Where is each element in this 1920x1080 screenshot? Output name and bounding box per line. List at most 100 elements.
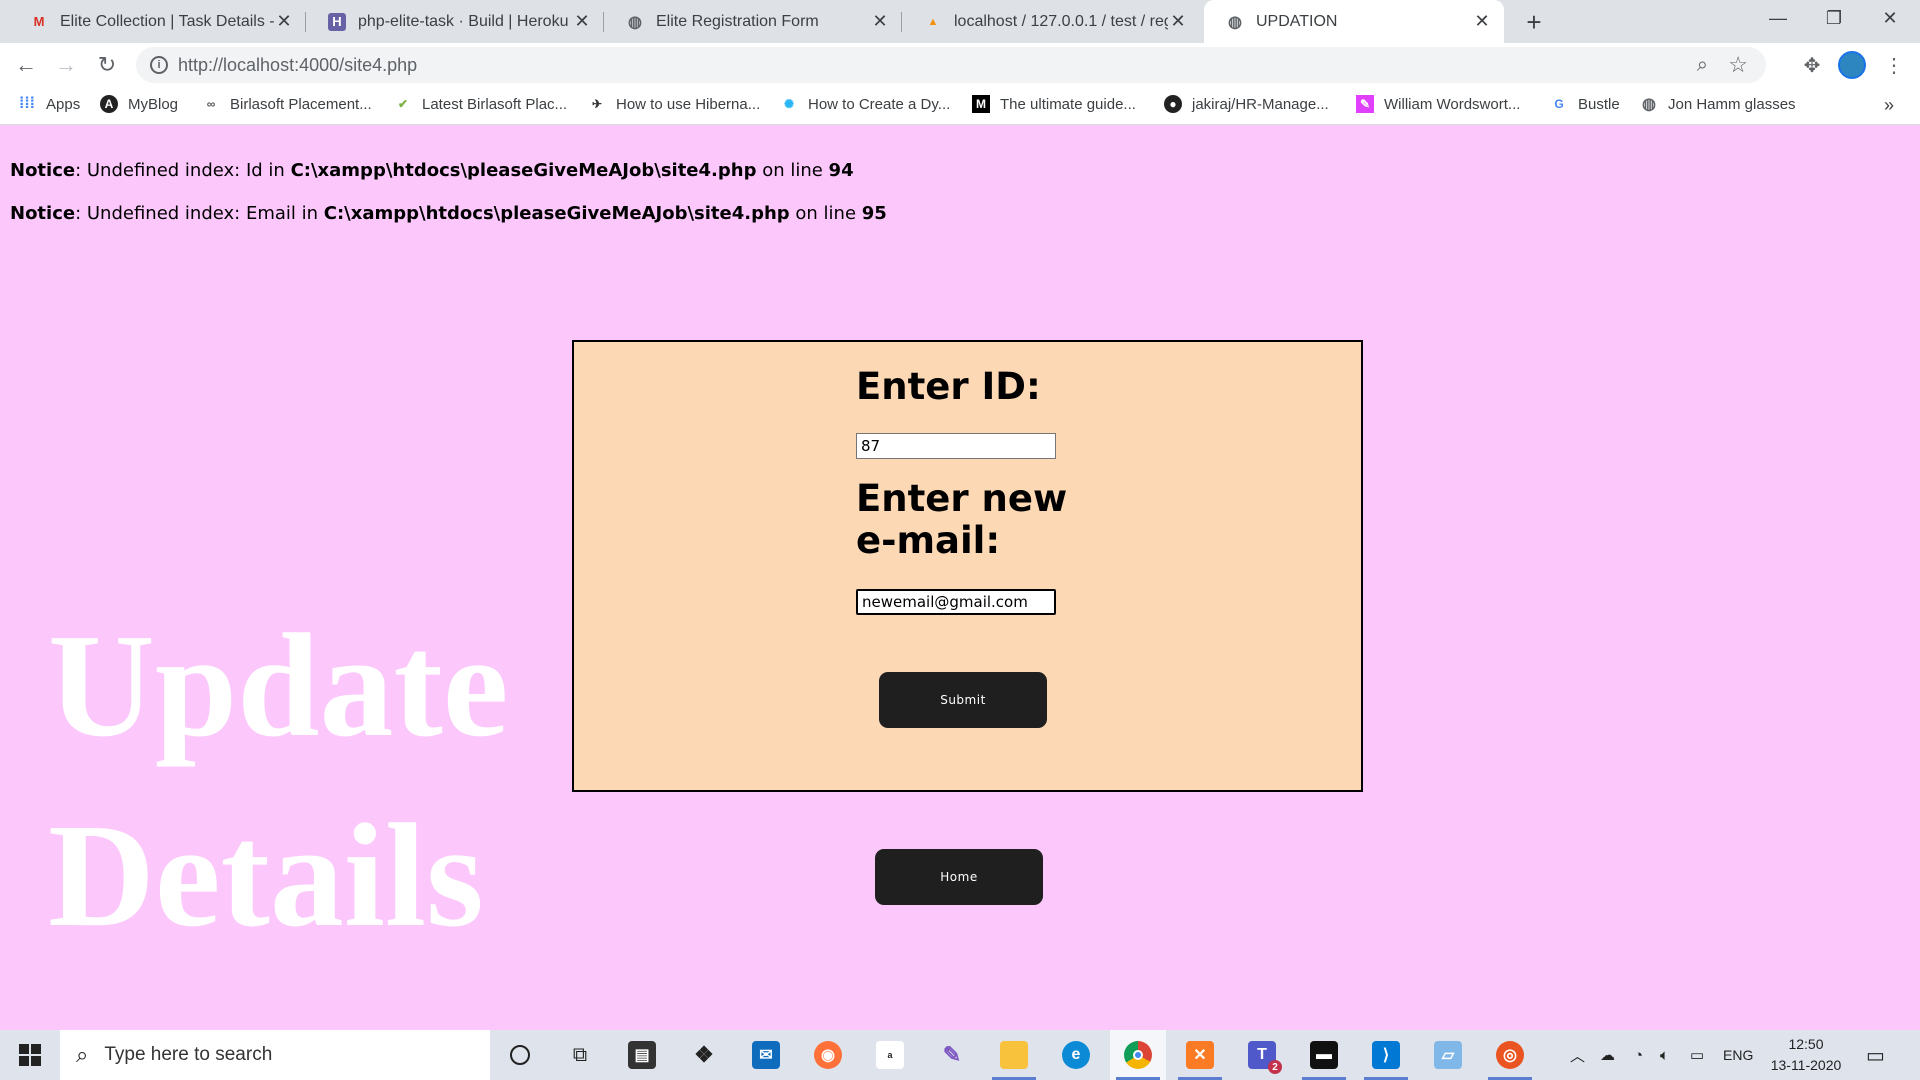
bookmark-bustle[interactable]: G Bustle <box>1550 95 1619 113</box>
new-tab-button[interactable]: + <box>1518 6 1550 38</box>
taskbar-notepad[interactable]: ▱ <box>1420 1030 1476 1080</box>
info-icon[interactable]: i <box>150 56 168 74</box>
id-label: Enter ID: <box>856 365 1041 408</box>
bookmark-label: jakiraj/HR-Manage... <box>1192 95 1329 113</box>
bookmark-label: How to use Hiberna... <box>616 95 761 113</box>
bookmark-jon-hamm[interactable]: ◍ Jon Hamm glasses <box>1640 95 1796 114</box>
angular-icon: A <box>100 95 118 113</box>
bookmark-wordsworth[interactable]: ✎ William Wordswort... <box>1356 95 1520 113</box>
notification-icon: ▭ <box>1866 1044 1885 1067</box>
start-button[interactable] <box>0 1030 60 1080</box>
task-view-button[interactable]: ⧉ <box>552 1030 608 1080</box>
bookmark-myblog[interactable]: A MyBlog <box>100 95 178 113</box>
address-bar[interactable]: i http://localhost:4000/site4.php ⌕ ☆ <box>136 47 1766 83</box>
volume-tray[interactable]: 🔈︎ <box>1660 1030 1669 1080</box>
zoom-icon[interactable]: ⌕ <box>1697 54 1708 77</box>
url-text[interactable]: http://localhost:4000/site4.php <box>178 55 417 76</box>
submit-button[interactable]: Submit <box>879 672 1047 728</box>
battery-tray[interactable]: ▭ <box>1690 1030 1704 1080</box>
vscode-icon: ⟩ <box>1372 1041 1400 1069</box>
heroku-icon: H <box>328 12 346 31</box>
bookmark-create-dy[interactable]: ✺ How to Create a Dy... <box>780 95 950 113</box>
search-icon: ⌕ <box>76 1042 89 1067</box>
taskbar-edge[interactable]: e <box>1048 1030 1104 1080</box>
extensions-icon[interactable]: ✥ <box>1796 49 1828 81</box>
tab-heroku[interactable]: H php-elite-task · Build | Heroku ✕ <box>306 0 604 43</box>
globe-icon: ◍ <box>628 13 642 31</box>
firefox-icon: ◉ <box>814 1041 842 1069</box>
php-notice: Notice: Undefined index: Email in C:\xam… <box>10 203 887 224</box>
bookmark-hibernate[interactable]: ✈ How to use Hiberna... <box>588 95 760 113</box>
cortana-button[interactable] <box>492 1030 548 1080</box>
clock[interactable]: 12:50 13-11-2020 <box>1764 1034 1848 1076</box>
notification-badge: 2 <box>1268 1060 1282 1074</box>
menu-icon[interactable]: ⋮ <box>1878 49 1910 81</box>
apps-grid-icon: ⁞⁞⁞ <box>19 95 35 112</box>
bookmark-label: The ultimate guide... <box>1000 95 1136 113</box>
taskbar-store[interactable]: ▤ <box>614 1030 670 1080</box>
php-notice: Notice: Undefined index: Id in C:\xampp\… <box>10 160 854 181</box>
bookmarks-bar: ⁞⁞⁞ Apps A MyBlog ∞ Birlasoft Placement.… <box>0 87 1920 125</box>
reload-button[interactable]: ↻ <box>91 49 123 81</box>
taskbar-search[interactable]: ⌕ Type here to search <box>60 1030 490 1080</box>
notifications-button[interactable]: ▭ <box>1866 1030 1885 1080</box>
show-hidden-icons-button[interactable]: ︿ <box>1570 1030 1585 1080</box>
taskbar-firefox[interactable]: ◉ <box>800 1030 856 1080</box>
id-input[interactable] <box>856 433 1056 459</box>
close-icon[interactable]: ✕ <box>1472 11 1492 32</box>
taskbar-paint[interactable]: ✎ <box>924 1030 980 1080</box>
taskbar-amazon[interactable]: a <box>862 1030 918 1080</box>
taskbar-dropbox[interactable]: ❖ <box>676 1030 732 1080</box>
tab-gmail[interactable]: M Elite Collection | Task Details - vis … <box>8 0 306 43</box>
wifi-tray[interactable]: ◔ <box>1634 1030 1643 1080</box>
close-icon[interactable]: ✕ <box>572 11 592 32</box>
tab-title: UPDATION <box>1256 12 1338 30</box>
forward-button[interactable]: → <box>50 49 82 81</box>
update-form: Enter ID: Enter new e-mail: Submit <box>572 340 1363 792</box>
bookmark-birlasoft-placement[interactable]: ∞ Birlasoft Placement... <box>202 95 372 113</box>
back-button[interactable]: ← <box>10 49 42 81</box>
close-icon[interactable]: ✕ <box>1168 11 1188 32</box>
taskbar-ubuntu[interactable]: ◎ <box>1482 1030 1538 1080</box>
tab-title: Elite Registration Form <box>656 12 819 30</box>
restore-button[interactable]: ❐ <box>1806 0 1862 36</box>
folder-icon <box>1000 1041 1028 1069</box>
email-input[interactable] <box>856 589 1056 615</box>
dropbox-icon: ❖ <box>694 1042 714 1067</box>
taskbar-vscode[interactable]: ⟩ <box>1358 1030 1414 1080</box>
notice-path: C:\xampp\htdocs\pleaseGiveMeAJob\site4.p… <box>323 203 790 224</box>
clock-time: 12:50 <box>1788 1036 1824 1052</box>
bookmark-star-icon[interactable]: ☆ <box>1728 52 1748 78</box>
google-icon: G <box>1554 97 1564 111</box>
hibernate-icon: ✈ <box>591 97 603 111</box>
taskbar-terminal[interactable]: ▬ <box>1296 1030 1352 1080</box>
tab-updation[interactable]: ◍ UPDATION ✕ <box>1204 0 1504 43</box>
bookmarks-overflow-button[interactable]: » <box>1884 95 1894 116</box>
language-indicator[interactable]: ENG <box>1723 1030 1753 1080</box>
notice-text: : Undefined index: Email in <box>75 203 324 224</box>
ubuntu-icon: ◎ <box>1496 1041 1524 1069</box>
taskbar-mail[interactable]: ✉ <box>738 1030 794 1080</box>
tab-phpmyadmin[interactable]: ▲ localhost / 127.0.0.1 / test / regis ✕ <box>902 0 1200 43</box>
windows-taskbar: ⌕ Type here to search ⧉ ▤ ❖ ✉ ◉ a ✎ e ✕ … <box>0 1030 1920 1080</box>
home-button[interactable]: Home <box>875 849 1043 905</box>
notice-line: 95 <box>861 203 887 224</box>
taskbar-xampp[interactable]: ✕ <box>1172 1030 1228 1080</box>
onedrive-tray[interactable]: ☁ <box>1600 1030 1615 1080</box>
infinity-icon: ∞ <box>206 97 216 111</box>
bookmark-ultimate-guide[interactable]: M The ultimate guide... <box>972 95 1136 113</box>
taskbar-chrome[interactable] <box>1110 1030 1166 1080</box>
close-icon[interactable]: ✕ <box>274 11 294 32</box>
bookmark-latest-birlasoft[interactable]: ✔ Latest Birlasoft Plac... <box>394 95 567 113</box>
close-icon[interactable]: ✕ <box>870 11 890 32</box>
tab-registration-form[interactable]: ◍ Elite Registration Form ✕ <box>604 0 902 43</box>
taskbar-file-explorer[interactable] <box>986 1030 1042 1080</box>
bookmark-github-hr[interactable]: ● jakiraj/HR-Manage... <box>1164 95 1329 113</box>
avatar[interactable] <box>1838 51 1866 79</box>
bookmark-apps[interactable]: ⁞⁞⁞ Apps <box>18 95 80 113</box>
close-window-button[interactable]: ✕ <box>1862 0 1918 36</box>
minimize-button[interactable]: — <box>1750 0 1806 36</box>
taskbar-teams[interactable]: T2 <box>1234 1030 1290 1080</box>
mail-icon: ✉ <box>752 1041 780 1069</box>
background-heading: Update Details <box>48 591 508 971</box>
